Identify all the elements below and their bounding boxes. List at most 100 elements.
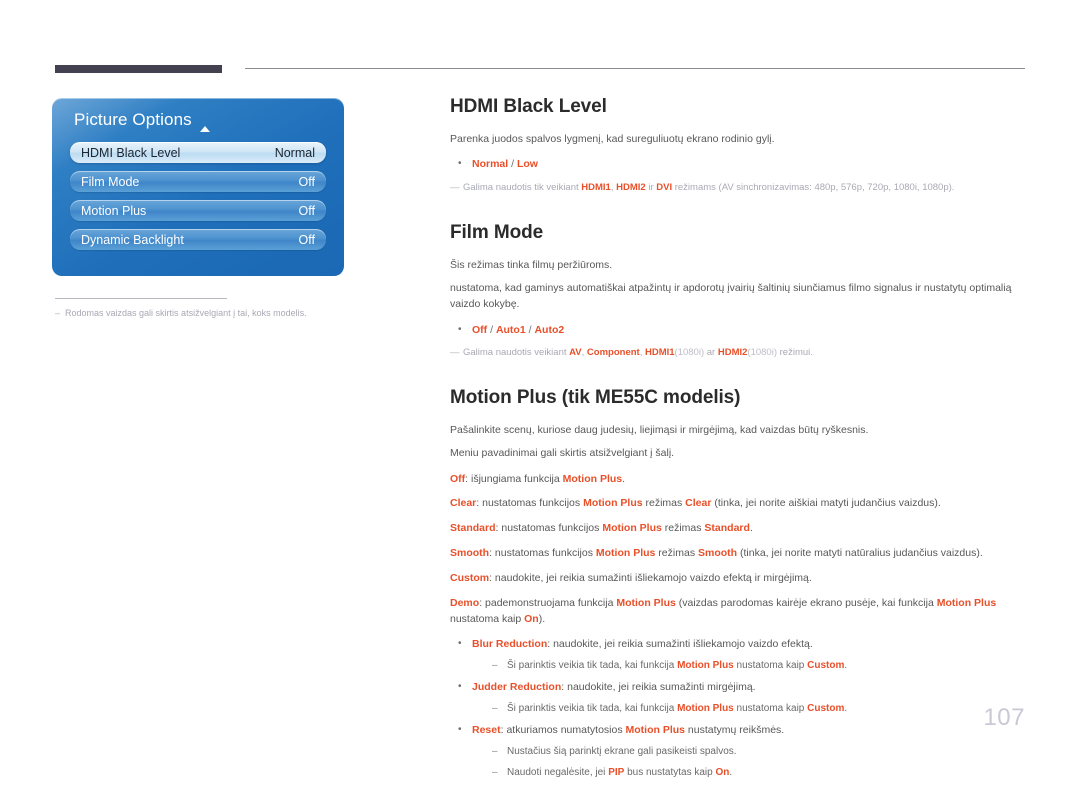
hdmi-black-level-options: • Normal / Low [450, 156, 1030, 172]
section-title-film-mode: Film Mode [450, 221, 544, 243]
motion-plus-bullet-judder-reduction: • Judder Reduction: naudokite, jei reiki… [450, 679, 1030, 696]
bullet-icon: • [458, 723, 462, 735]
note-part: režimui. [777, 346, 813, 358]
osd-row-label: Dynamic Backlight [81, 232, 184, 247]
motion-plus-subbullet-judder-reduction: ‒ Ši parinktis veikia tik tada, kai funk… [450, 701, 1030, 717]
header-rule-thick [55, 65, 222, 73]
note-highlight-dvi: DVI [656, 181, 673, 193]
bullet-body: : atkuriamos numatytosios [500, 723, 626, 736]
osd-row-hdmi-black-level[interactable]: HDMI Black Level Normal [70, 142, 326, 163]
item-text: : nustatomas funkcijos [495, 522, 603, 535]
bullet-text: Reset: atkuriamos numatytosios Motion Pl… [472, 722, 1030, 739]
note-dash-icon: — [450, 181, 460, 193]
bullet-highlight: Motion Plus [625, 723, 686, 736]
item-term: Custom [450, 571, 490, 584]
note-highlight-av: AV [569, 346, 582, 358]
bullet-body: : naudokite, jei reikia sumažinti mirgėj… [561, 681, 756, 693]
header-rule-thin [245, 68, 1025, 69]
note-highlight-hdmi1: HDMI1 [644, 346, 675, 358]
bullet-body: : naudokite, jei reikia sumažinti išliek… [547, 638, 813, 651]
osd-picture-options-panel: Picture Options HDMI Black Level Normal … [52, 98, 344, 276]
sub-part: . [844, 660, 848, 671]
item-text: : pademonstruojama funkcija [479, 596, 617, 609]
note-highlight-hdmi2: HDMI2 [717, 346, 748, 358]
osd-row-film-mode[interactable]: Film Mode Off [70, 171, 326, 192]
item-highlight: Motion Plus [936, 596, 997, 609]
left-footnote: ‒ Rodomas vaizdas gali skirtis atsižvelg… [55, 307, 382, 320]
item-highlight: Motion Plus [595, 547, 656, 560]
note-part: režimams (AV sinchronizavimas: 480p, 576… [672, 181, 955, 193]
subbullet-text: Nustačius šią parinktį ekrane gali pasik… [507, 745, 737, 757]
note-dash-icon: — [450, 346, 460, 358]
note-dim-1080i: (1080i) [747, 346, 777, 358]
section-title-motion-plus: Motion Plus (tik ME55C modelis) [450, 387, 741, 409]
sub-part: Naudoti negalėsite, jei [507, 766, 609, 778]
section-title-hdmi-black-level: HDMI Black Level [450, 96, 607, 117]
item-text: : nustatomas funkcijos [489, 547, 596, 560]
subbullet-dash-icon: ‒ [492, 660, 498, 671]
subbullet-text: Naudoti negalėsite, jei PIP bus nustatyt… [507, 765, 1030, 781]
item-highlight: On [524, 613, 539, 626]
option-auto1: Auto1 [495, 323, 526, 336]
note-part: Galima naudotis veikiant [463, 346, 570, 358]
right-column: HDMI Black Level Parenka juodos spalvos … [450, 96, 1030, 786]
osd-panel-title: Picture Options [74, 110, 192, 129]
osd-row-value: Normal [274, 145, 315, 160]
item-term: Smooth [450, 547, 490, 560]
bullet-text: Blur Reduction: naudokite, jei reikia su… [472, 636, 1030, 653]
osd-row-list: HDMI Black Level Normal Film Mode Off Mo… [70, 142, 326, 258]
note-text: Galima naudotis tik veikiant HDMI1, HDMI… [463, 181, 1030, 195]
sub-part: nustatoma kaip [733, 702, 808, 714]
osd-row-value: Off [298, 232, 315, 247]
page-header-rules [0, 0, 1080, 90]
osd-row-label: HDMI Black Level [81, 145, 181, 160]
item-highlight: Motion Plus [616, 596, 676, 609]
bullet-icon: • [458, 323, 462, 335]
item-text: (vaizdas parodomas kairėje ekrano pusėje… [675, 596, 937, 609]
left-footnote-rule [55, 298, 227, 299]
sub-highlight-custom: Custom [807, 702, 845, 714]
motion-plus-bullet-blur-reduction: • Blur Reduction: naudokite, jei reikia … [450, 636, 1030, 653]
hdmi-black-level-option-values: Normal / Low [472, 156, 538, 172]
sub-highlight-on: On [715, 766, 730, 778]
item-text: (tinka, jei norite matyti natūralius jud… [737, 547, 983, 560]
bullet-term: Reset [472, 723, 501, 736]
bullet-body: nustatymų reikšmės. [685, 723, 785, 736]
sub-highlight-motion-plus: Motion Plus [677, 702, 734, 714]
left-column: Picture Options HDMI Black Level Normal … [52, 98, 382, 320]
item-text: nustatoma kaip [450, 613, 525, 626]
option-auto2: Auto2 [534, 323, 565, 336]
motion-plus-bullet-reset: • Reset: atkuriamos numatytosios Motion … [450, 722, 1030, 739]
option-separator: / [487, 323, 496, 336]
bullet-term: Judder Reduction [472, 681, 562, 693]
item-text: . [749, 522, 753, 535]
note-part: ir [645, 181, 657, 193]
bullet-text: Judder Reduction: naudokite, jei reikia … [472, 679, 1030, 696]
item-term: Clear [450, 497, 477, 510]
film-mode-options: • Off / Auto1 / Auto2 [450, 322, 1030, 338]
item-text: režimas [642, 497, 686, 510]
osd-row-motion-plus[interactable]: Motion Plus Off [70, 200, 326, 221]
film-mode-note: — Galima naudotis veikiant AV, Component… [450, 346, 1030, 360]
note-highlight-hdmi1: HDMI1 [581, 181, 611, 193]
item-highlight: Clear [685, 497, 712, 510]
item-highlight: Smooth [697, 547, 738, 560]
motion-plus-item-standard: Standard: nustatomas funkcijos Motion Pl… [450, 520, 1030, 537]
item-highlight: Motion Plus [583, 497, 643, 510]
note-part: Galima naudotis tik veikiant [463, 181, 582, 193]
osd-row-label: Motion Plus [81, 203, 147, 218]
sub-highlight-motion-plus: Motion Plus [677, 660, 734, 671]
osd-row-label: Film Mode [81, 174, 140, 189]
osd-row-value: Off [298, 203, 315, 218]
option-separator: / [508, 158, 517, 171]
item-text: : naudokite, jei reikia sumažinti išliek… [489, 571, 812, 584]
item-highlight: Motion Plus [562, 472, 623, 485]
scroll-up-arrow-icon[interactable] [200, 126, 210, 132]
page-number: 107 [983, 704, 1025, 731]
motion-plus-subbullet-reset-pip: ‒ Naudoti negalėsite, jei PIP bus nustat… [450, 765, 1030, 781]
motion-plus-item-smooth: Smooth: nustatomas funkcijos Motion Plus… [450, 545, 1030, 562]
osd-row-dynamic-backlight[interactable]: Dynamic Backlight Off [70, 229, 326, 250]
item-text: : nustatomas funkcijos [476, 497, 584, 510]
sub-part: . [729, 766, 733, 778]
motion-plus-item-off: Off: išjungiama funkcija Motion Plus. [450, 471, 1030, 488]
